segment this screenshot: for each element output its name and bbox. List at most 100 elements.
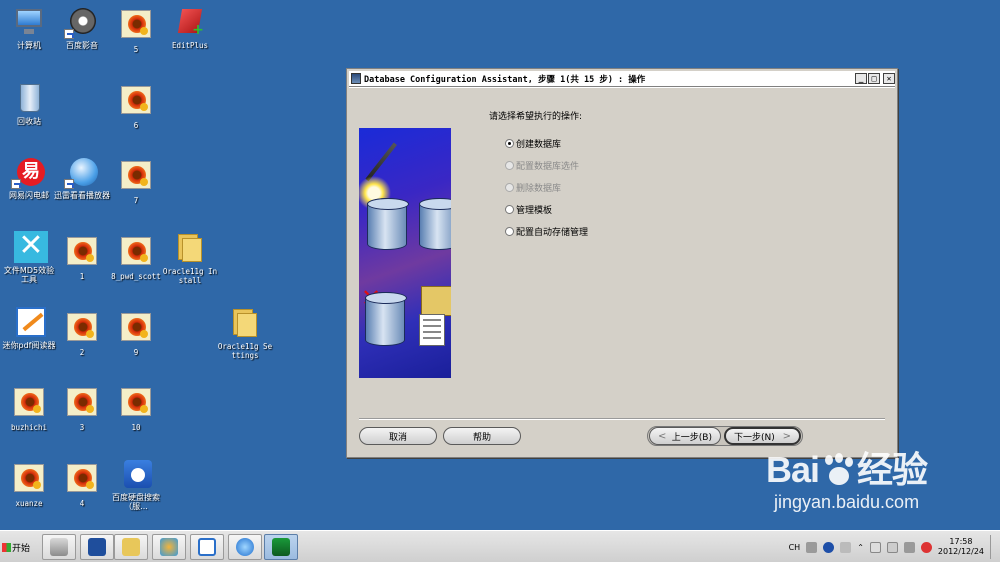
show-hidden-icons-icon[interactable]: ⌃ bbox=[857, 543, 864, 552]
tray-menu-icon[interactable] bbox=[840, 541, 852, 553]
desktop-icon-mini-pdf-reader[interactable]: 迷你pdf阅读器 bbox=[0, 306, 58, 350]
desktop-icon-2[interactable]: 2 bbox=[53, 313, 111, 357]
clock[interactable]: 17:58 2012/12/24 bbox=[938, 537, 984, 557]
baidu-paw-icon bbox=[821, 453, 855, 487]
baidu-jingyan-watermark: Bai 经验 jingyan.baidu.com bbox=[766, 449, 928, 513]
dbca-dialog: Database Configuration Assistant, 步骤 1(共… bbox=[346, 68, 898, 458]
network-icon[interactable] bbox=[903, 541, 915, 553]
windows-logo-icon bbox=[2, 542, 11, 552]
start-button[interactable]: 开始 bbox=[2, 535, 36, 559]
action-center-flag-icon[interactable] bbox=[869, 541, 881, 553]
desktop-icon-baidu-player[interactable]: 百度影音 bbox=[53, 6, 111, 50]
dbca-app-icon bbox=[272, 538, 290, 556]
dbca-app-icon bbox=[351, 73, 361, 84]
minimize-button[interactable]: _ bbox=[855, 73, 867, 84]
taskbar-pdf-reader[interactable] bbox=[190, 534, 224, 560]
show-desktop-button[interactable] bbox=[990, 535, 996, 559]
taskbar-dbca[interactable] bbox=[264, 534, 298, 560]
keyboard-icon[interactable] bbox=[806, 541, 818, 553]
option-delete-database: 删除数据库 bbox=[505, 176, 588, 198]
option-label: 管理模板 bbox=[516, 205, 553, 216]
option-label: 配置自动存储管理 bbox=[516, 227, 589, 238]
chevron-left-icon: < bbox=[658, 430, 667, 442]
language-indicator[interactable]: CH bbox=[789, 543, 801, 552]
taskbar-explorer[interactable] bbox=[114, 534, 148, 560]
desktop-icon-xunlei-player[interactable]: 迅雷看看播放器 bbox=[53, 156, 111, 200]
shortcut-arrow-icon bbox=[11, 179, 21, 189]
database-cylinder-icon bbox=[365, 292, 407, 346]
recycle-bin-icon bbox=[13, 82, 45, 114]
desktop-icon-baidu-disk-search[interactable]: 百度硬盘搜索（服... bbox=[107, 458, 165, 511]
desktop-icon-9[interactable]: 9 bbox=[107, 313, 165, 357]
help-button[interactable]: 帮助 bbox=[443, 427, 521, 445]
close-icon: ✕ bbox=[886, 74, 892, 83]
desktop-icon-xuanze[interactable]: xuanze bbox=[0, 464, 58, 508]
watermark-brand-right: 经验 bbox=[857, 449, 928, 490]
xunlei-player-icon bbox=[64, 156, 98, 189]
back-button[interactable]: < 上一步(B) bbox=[649, 427, 721, 445]
desktop-icon-8-pwd-scott[interactable]: 8_pwd_scott bbox=[107, 237, 165, 281]
desktop-icon-1[interactable]: 1 bbox=[53, 237, 111, 281]
start-label: 开始 bbox=[12, 543, 31, 554]
desktop-icon-7[interactable]: 7 bbox=[107, 161, 165, 205]
shortcut-arrow-icon bbox=[64, 29, 74, 39]
desktop-icon-computer[interactable]: 计算机 bbox=[0, 6, 58, 50]
internet-explorer-icon bbox=[236, 538, 254, 556]
flower-image-icon bbox=[121, 10, 151, 38]
taskbar-server-manager[interactable] bbox=[42, 534, 76, 560]
button-separator bbox=[359, 418, 885, 420]
desktop-icon-6[interactable]: 6 bbox=[107, 86, 165, 130]
desktop-icon-oracle-settings[interactable]: Oracle11g Settings bbox=[216, 307, 274, 360]
cancel-button[interactable]: 取消 bbox=[359, 427, 437, 445]
dialog-titlebar[interactable]: Database Configuration Assistant, 步骤 1(共… bbox=[349, 71, 895, 86]
clock-date: 2012/12/24 bbox=[937, 547, 984, 556]
template-folder-icon bbox=[421, 286, 451, 316]
taskbar-paint[interactable] bbox=[152, 534, 186, 560]
database-cylinder-icon bbox=[419, 198, 451, 250]
radio-button[interactable] bbox=[505, 204, 514, 214]
help-icon[interactable] bbox=[823, 541, 835, 553]
dialog-title: Database Configuration Assistant, 步骤 1(共… bbox=[364, 74, 646, 85]
option-label: 配置数据库选件 bbox=[516, 161, 580, 172]
option-create-database[interactable]: 创建数据库 bbox=[505, 132, 588, 154]
desktop-icon-buzhichi[interactable]: buzhichi bbox=[0, 388, 58, 432]
paint-icon bbox=[160, 538, 178, 556]
taskbar-internet-explorer[interactable] bbox=[228, 534, 262, 560]
flower-image-icon bbox=[121, 313, 151, 341]
volume-muted-icon[interactable] bbox=[920, 541, 932, 553]
desktop-icon-oracle-install[interactable]: Oracle11g Install bbox=[161, 232, 219, 285]
option-manage-templates[interactable]: 管理模板 bbox=[505, 198, 588, 220]
taskbar-powershell[interactable] bbox=[80, 534, 114, 560]
desktop-icon-netease-mail[interactable]: 易 网易闪电邮 bbox=[0, 156, 58, 200]
close-button[interactable]: ✕ bbox=[883, 73, 895, 84]
desktop-icon-md5-tool[interactable]: ✕ 文件MD5效验工具 bbox=[0, 231, 58, 285]
flower-image-icon bbox=[67, 464, 97, 492]
radio-button-disabled bbox=[505, 160, 514, 170]
desktop-icon-4[interactable]: 4 bbox=[53, 464, 111, 508]
document-icon bbox=[419, 314, 445, 346]
baidu-disk-search-icon bbox=[120, 458, 152, 490]
desktop-icon-3[interactable]: 3 bbox=[53, 388, 111, 432]
watermark-url: jingyan.baidu.com bbox=[773, 492, 920, 512]
radio-button-selected[interactable] bbox=[505, 138, 514, 148]
md5-tool-icon: ✕ bbox=[13, 231, 48, 263]
folder-icon bbox=[229, 307, 261, 339]
display-icon[interactable] bbox=[886, 541, 898, 553]
pdf-reader-icon bbox=[13, 306, 46, 338]
desktop-icon-5[interactable]: 5 bbox=[107, 10, 165, 54]
option-configure-asm[interactable]: 配置自动存储管理 bbox=[505, 220, 588, 242]
chevron-right-icon: > bbox=[782, 430, 791, 442]
netease-mail-icon: 易 bbox=[11, 156, 45, 189]
flower-image-icon bbox=[121, 161, 151, 189]
desktop-icon-editplus[interactable]: + EditPlus bbox=[161, 6, 219, 50]
radio-button[interactable] bbox=[505, 226, 514, 236]
minimize-icon: _ bbox=[858, 74, 864, 83]
next-button-label: 下一步(N) bbox=[734, 432, 775, 443]
flower-image-icon bbox=[121, 86, 151, 114]
desktop-icon-10[interactable]: 10 bbox=[107, 388, 165, 432]
maximize-button[interactable]: □ bbox=[868, 73, 880, 84]
taskbar: 开始 CH ⌃ 17:58 2012/12/24 bbox=[0, 530, 1000, 562]
option-label: 创建数据库 bbox=[516, 139, 562, 150]
desktop-icon-recycle-bin[interactable]: 回收站 bbox=[0, 82, 58, 126]
next-button[interactable]: 下一步(N) > bbox=[724, 427, 801, 445]
